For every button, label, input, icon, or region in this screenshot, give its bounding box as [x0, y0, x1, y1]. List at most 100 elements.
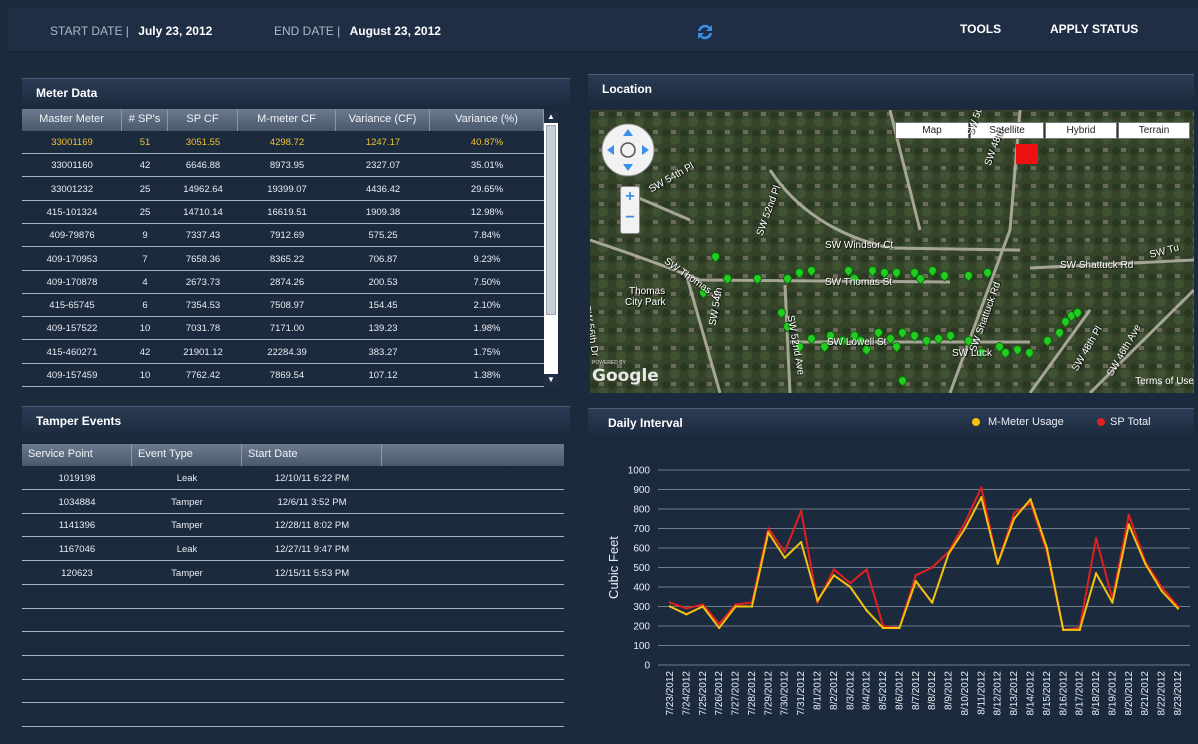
- y-tick-label: 100: [633, 641, 650, 652]
- refresh-icon[interactable]: [694, 21, 716, 43]
- data-point: [849, 581, 852, 585]
- table-row[interactable]: 1019198 Leak 12/10/11 6:22 PM: [22, 467, 564, 490]
- table-row[interactable]: 409-79876 9 7337.43 7912.69 575.25 7.84%: [22, 224, 544, 248]
- table-cell: 35.01%: [470, 160, 504, 172]
- street-label: SW Windsor Ct: [825, 240, 894, 251]
- map-type-satellite[interactable]: Satellite: [970, 122, 1044, 139]
- table-cell: 409-157522: [46, 323, 98, 335]
- table-row[interactable]: 1034884 Tamper 12/6/11 3:52 PM: [22, 491, 564, 514]
- data-point: [1160, 589, 1163, 593]
- table-cell: 415-101324: [46, 206, 98, 218]
- table-cell: 7.50%: [473, 276, 501, 288]
- scroll-thumb[interactable]: [546, 125, 556, 315]
- table-cell: Tamper: [171, 567, 203, 579]
- table-cell: 42: [139, 160, 151, 172]
- scroll-up-icon[interactable]: ▲: [544, 111, 558, 123]
- x-tick-label: 7/23/2012: [665, 671, 676, 716]
- table-cell: 7171.00: [269, 323, 305, 335]
- x-tick-label: 8/17/2012: [1075, 671, 1086, 716]
- data-point: [881, 626, 885, 630]
- table-cell: 154.45: [368, 300, 398, 312]
- meter-table-header: Master Meter # SP's SP CF M-meter CF Varianc…: [22, 109, 544, 131]
- data-point: [832, 574, 836, 577]
- table-row[interactable]: [22, 633, 564, 656]
- data-point: [1045, 546, 1049, 550]
- legend-sptotal: SP Total: [1097, 416, 1151, 428]
- meter-col-header[interactable]: Master Meter: [22, 109, 122, 131]
- meter-col-header[interactable]: SP CF: [168, 109, 238, 131]
- end-date-value[interactable]: August 23, 2012: [350, 24, 441, 38]
- table-row[interactable]: 409-170878 4 2673.73 2874.26 200.53 7.50%: [22, 271, 544, 294]
- table-cell: 10: [139, 323, 151, 335]
- table-row[interactable]: [22, 609, 564, 633]
- map-type-terrain[interactable]: Terrain: [1118, 122, 1190, 139]
- zoom-out-icon[interactable]: −: [621, 207, 639, 229]
- table-row[interactable]: 33001160 42 6646.88 8973.95 2327.07 35.01%: [22, 154, 544, 178]
- start-date-value[interactable]: July 23, 2012: [138, 24, 212, 38]
- table-row[interactable]: 33001232 25 14962.64 19399.07 4436.42 29.65%: [22, 178, 544, 201]
- y-axis-label: Cubic Feet: [606, 536, 621, 599]
- map-type-hybrid[interactable]: Hybrid: [1045, 122, 1117, 139]
- table-row[interactable]: [22, 680, 564, 704]
- meter-col-header[interactable]: Variance (CF): [336, 109, 430, 131]
- tamper-col-header[interactable]: Service Point: [22, 444, 132, 466]
- table-cell: 7031.78: [185, 323, 221, 335]
- map-type-map[interactable]: Map: [895, 122, 969, 139]
- data-point: [1094, 572, 1098, 575]
- table-cell: 200.53: [368, 276, 398, 288]
- park-label-line1: Thomas: [629, 286, 666, 297]
- table-cell: 2.10%: [473, 300, 501, 312]
- map[interactable]: + − Map Satellite Hybrid Terrain SW 54th…: [590, 110, 1194, 393]
- table-row[interactable]: 409-157459 10 7762.42 7869.54 107.12 1.38%: [22, 364, 544, 387]
- table-cell: 8365.22: [269, 253, 305, 265]
- data-point: [685, 607, 688, 610]
- pan-control-icon[interactable]: [600, 122, 656, 178]
- start-date: START DATE | July 23, 2012: [50, 24, 212, 38]
- table-row[interactable]: 415-460271 42 21901.12 22284.39 383.27 1.75%: [22, 341, 544, 364]
- x-tick-label: 7/25/2012: [698, 671, 709, 716]
- table-row[interactable]: [22, 657, 564, 680]
- table-row[interactable]: 1167046 Leak 12/27/11 9:47 PM: [22, 538, 564, 562]
- tamper-col-header[interactable]: Start Date: [242, 444, 382, 466]
- scroll-down-icon[interactable]: ▼: [544, 374, 558, 386]
- zoom-in-icon[interactable]: +: [621, 187, 639, 207]
- tamper-col-header[interactable]: Event Type: [132, 444, 242, 466]
- table-row[interactable]: 415-65745 6 7354.53 7508.97 154.45 2.10%: [22, 294, 544, 318]
- data-point: [685, 613, 688, 616]
- x-tick-label: 8/2/2012: [829, 671, 840, 710]
- table-cell: 120623: [61, 567, 93, 579]
- table-cell: 7658.36: [185, 253, 221, 265]
- table-row[interactable]: 33001169 51 3051.55 4298.72 1247.17 40.87%: [22, 131, 544, 154]
- tools-button[interactable]: TOOLS: [960, 22, 1001, 36]
- table-row[interactable]: 120623 Tamper 12/15/11 5:53 PM: [22, 562, 564, 585]
- table-row[interactable]: 415-101324 25 14710.14 16619.51 1909.38 12.98…: [22, 201, 544, 224]
- table-row[interactable]: 409-157522 10 7031.78 7171.00 139.23 1.98%: [22, 317, 544, 341]
- data-point: [914, 579, 918, 583]
- legend-mmeter: M-Meter Usage: [972, 416, 1064, 428]
- meter-col-header[interactable]: Variance (%): [430, 109, 544, 131]
- start-date-label: START DATE |: [50, 24, 129, 38]
- x-tick-label: 7/29/2012: [763, 671, 774, 716]
- x-tick-label: 8/3/2012: [845, 671, 856, 710]
- table-cell: 1.38%: [473, 370, 501, 381]
- terms-link[interactable]: Terms of Use: [1135, 376, 1194, 387]
- meter-scrollbar[interactable]: ▲ ▼: [544, 111, 558, 386]
- table-cell: 33001232: [50, 183, 94, 195]
- table-cell: 4: [142, 276, 148, 288]
- map-imagery[interactable]: [590, 110, 1194, 393]
- data-point: [717, 626, 721, 630]
- meter-col-header[interactable]: # SP's: [122, 109, 168, 131]
- table-cell: 4436.42: [365, 183, 401, 195]
- data-point: [1144, 562, 1147, 565]
- data-point: [930, 601, 934, 604]
- data-point: [1176, 607, 1180, 610]
- table-row[interactable]: [22, 586, 564, 609]
- x-tick-label: 8/15/2012: [1042, 671, 1053, 716]
- meter-col-header[interactable]: M-meter CF: [238, 109, 336, 131]
- table-row[interactable]: 1141396 Tamper 12/28/11 8:02 PM: [22, 514, 564, 538]
- x-tick-label: 8/1/2012: [812, 671, 823, 710]
- apply-status-button[interactable]: APPLY STATUS: [1050, 22, 1138, 36]
- table-row[interactable]: 409-170953 7 7658.36 8365.22 706.87 9.23%: [22, 248, 544, 271]
- x-tick-label: 8/13/2012: [1009, 671, 1020, 716]
- table-row[interactable]: [22, 704, 564, 727]
